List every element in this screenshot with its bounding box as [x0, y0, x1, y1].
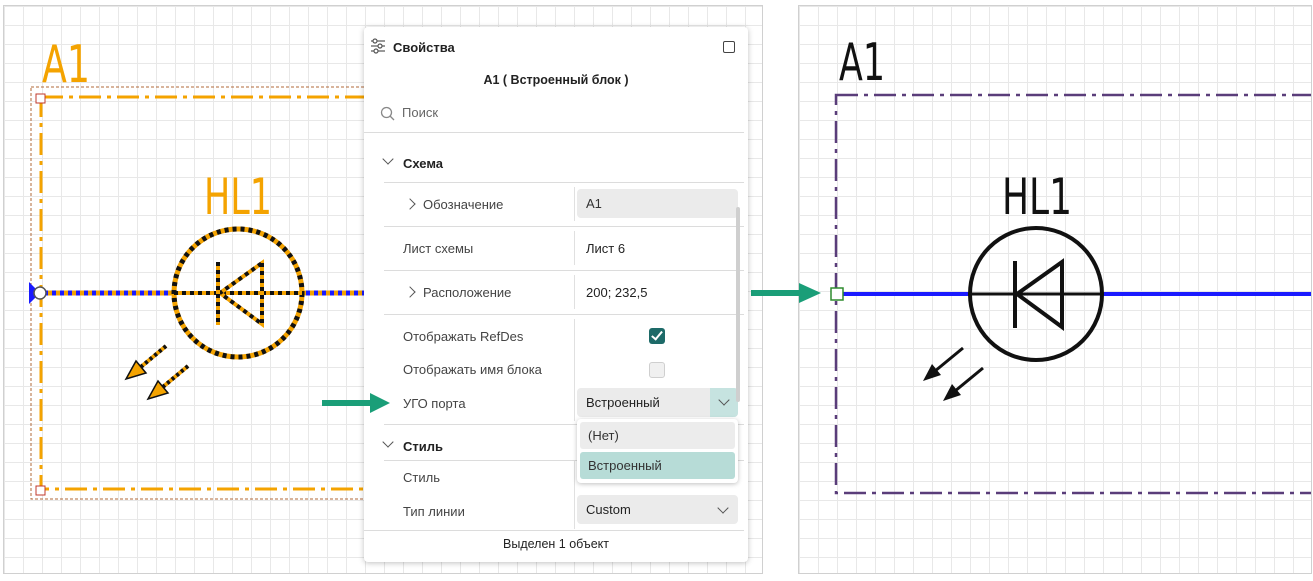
show-block-name-checkbox[interactable] — [649, 362, 665, 378]
light-emission-arrows-icon — [124, 344, 190, 401]
port-connector[interactable] — [830, 287, 844, 301]
column-divider — [574, 383, 575, 421]
maximize-icon[interactable] — [723, 41, 735, 53]
section-schema-label: Схема — [403, 156, 444, 171]
column-divider — [574, 231, 575, 265]
search-box[interactable] — [380, 103, 740, 125]
port-symbol-select[interactable]: Встроенный — [577, 388, 738, 417]
row-show-refdes: Отображать RefDes — [364, 315, 744, 349]
sheet-value: Лист 6 — [586, 241, 626, 256]
chevron-down-icon — [382, 153, 394, 165]
location-label: Расположение — [423, 285, 512, 300]
search-icon — [380, 106, 395, 121]
line-type-label: Тип линии — [403, 504, 465, 519]
show-refdes-checkbox[interactable] — [649, 328, 665, 344]
sheet-label: Лист схемы — [403, 241, 474, 256]
dropdown-toggle-button[interactable] — [710, 388, 738, 417]
chevron-right-icon[interactable] — [404, 286, 416, 298]
light-emission-arrows-icon — [923, 346, 984, 401]
section-style-label: Стиль — [403, 439, 443, 454]
block-refdes-label[interactable]: A1 — [839, 33, 885, 93]
column-divider — [574, 461, 575, 495]
line-type-value: Custom — [586, 502, 631, 517]
column-divider — [574, 275, 575, 309]
divider — [364, 132, 744, 133]
schematic-canvas-after[interactable]: A1 HL1 — [798, 5, 1312, 574]
sliders-icon — [371, 38, 385, 54]
show-refdes-label: Отображать RefDes — [403, 329, 524, 344]
port-symbol-dropdown: (Нет) Встроенный — [577, 419, 738, 483]
row-show-block-name: Отображать имя блока — [364, 349, 744, 383]
row-port-symbol: УГО порта Встроенный — [364, 383, 744, 423]
designation-label: Обозначение — [423, 197, 504, 212]
column-divider — [574, 349, 575, 383]
designation-field[interactable]: A1 — [577, 189, 738, 218]
resize-handle-top-left[interactable] — [35, 93, 46, 104]
chevron-down-icon — [382, 436, 394, 448]
chevron-down-icon — [717, 502, 729, 514]
search-input[interactable] — [402, 105, 702, 120]
port-symbol-label: УГО порта — [403, 396, 466, 411]
row-line-type: Тип линии Custom — [364, 493, 744, 529]
component-refdes-label[interactable]: HL1 — [204, 168, 272, 226]
dropdown-option-builtin[interactable]: Встроенный — [580, 452, 735, 479]
line-type-select[interactable]: Custom — [577, 495, 738, 524]
selection-status: Выделен 1 объект — [503, 537, 609, 551]
style-label: Стиль — [403, 470, 440, 485]
chevron-down-icon — [718, 394, 730, 406]
designation-value: A1 — [586, 196, 602, 211]
schematic-drawing-after: A1 HL1 — [830, 33, 1311, 495]
column-divider — [574, 319, 575, 349]
port-symbol-value: Встроенный — [586, 395, 660, 410]
location-value: 200; 232,5 — [586, 285, 648, 300]
show-block-name-label: Отображать имя блока — [403, 362, 542, 377]
divider — [364, 530, 744, 531]
row-location: Расположение 200; 232,5 — [364, 271, 744, 313]
scrollbar[interactable] — [736, 207, 740, 402]
panel-header: Свойства — [364, 27, 748, 67]
port-connector[interactable] — [33, 286, 47, 300]
row-designation: Обозначение A1 — [364, 183, 744, 225]
panel-subtitle: A1 ( Встроенный блок ) — [483, 73, 629, 87]
block-refdes-label[interactable]: A1 — [42, 35, 90, 95]
row-sheet: Лист схемы Лист 6 — [364, 227, 744, 269]
properties-panel: Свойства A1 ( Встроенный блок ) Схема Об… — [364, 27, 748, 562]
chevron-right-icon[interactable] — [404, 198, 416, 210]
panel-title: Свойства — [393, 40, 455, 55]
dropdown-option-none[interactable]: (Нет) — [580, 422, 735, 449]
resize-handle-bottom-left[interactable] — [35, 485, 46, 496]
column-divider — [574, 187, 575, 221]
component-refdes-label[interactable]: HL1 — [1002, 168, 1072, 226]
column-divider — [574, 493, 575, 529]
pointer-arrow-icon — [322, 393, 390, 413]
result-arrow-icon — [751, 283, 821, 303]
